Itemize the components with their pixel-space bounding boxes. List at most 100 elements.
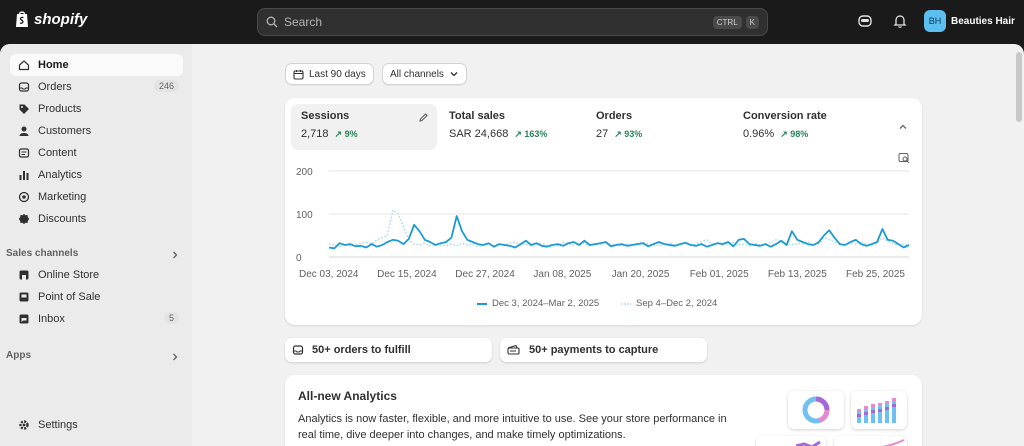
legend-label: Dec 3, 2024–Mar 2, 2025 [492, 298, 600, 309]
sidebar-item-point-of-sale[interactable]: Point of Sale [10, 286, 183, 308]
analytics-promo-card: All-new Analytics Analytics is now faste… [285, 375, 922, 446]
scrollbar[interactable] [1016, 52, 1022, 122]
sidebar-item-settings[interactable]: Settings [10, 414, 183, 436]
sidebar-item-marketing[interactable]: Marketing [10, 186, 183, 208]
legend-solid-swatch [477, 302, 487, 305]
x-tick-label: Jan 20, 2025 [612, 269, 670, 280]
chevron-right-icon[interactable] [170, 352, 180, 362]
target-icon [18, 191, 30, 203]
metric-orders[interactable]: Orders 27 ↗ 93% [586, 104, 732, 150]
sidebar-item-label: Orders [38, 81, 72, 93]
legend-label: Sep 4–Dec 2, 2024 [636, 298, 718, 309]
metric-conversion-rate[interactable]: Conversion rate 0.96% ↗ 98% [733, 104, 879, 150]
payments-to-capture-button[interactable]: 50+ payments to capture [500, 338, 707, 362]
chevron-up-icon[interactable] [898, 122, 908, 132]
metric-delta: ↗ 93% [614, 128, 643, 139]
metric-delta: ↗ 163% [514, 128, 548, 139]
store-menu-button[interactable]: BH Beauties Hair [924, 10, 1015, 32]
orders-icon [18, 82, 30, 92]
date-range-button[interactable]: Last 90 days [285, 63, 374, 85]
sidebar-item-home[interactable]: Home [10, 54, 183, 76]
mini-trend-icon [882, 439, 905, 446]
metric-sessions[interactable]: Sessions 2,718 ↗ 9% [291, 104, 437, 150]
promo-title: All-new Analytics [298, 389, 397, 403]
line-illustration-1 [756, 436, 826, 446]
sidebar-item-orders[interactable]: Orders 246 [10, 76, 183, 98]
orders-count-badge: 246 [153, 80, 179, 92]
sidebar-item-label: Marketing [38, 191, 87, 203]
channels-filter-button[interactable]: All channels [382, 63, 467, 85]
sidebar-item-analytics[interactable]: Analytics [10, 164, 183, 186]
search-input[interactable]: Search CTRL K [257, 8, 768, 36]
search-icon [266, 16, 278, 28]
shortcut-key-k: K [745, 15, 759, 29]
apps-heading[interactable]: Apps [6, 350, 31, 361]
x-tick-label: Dec 15, 2024 [377, 269, 437, 280]
donut-chart-icon [802, 396, 830, 424]
shortcut-key-ctrl: CTRL [712, 15, 742, 29]
legend-dotted-swatch [621, 302, 631, 305]
metric-delta: ↗ 9% [334, 128, 358, 139]
channels-filter-label: All channels [390, 68, 444, 80]
sidebar-item-inbox[interactable]: Inbox 5 [10, 308, 183, 330]
sessions-line-chart: 200 100 0 Dec 03, 2024 Dec 15, 2024 Dec 27, 2… [296, 167, 910, 280]
metric-value: 0.96% [743, 128, 775, 140]
shopify-logo[interactable]: shopify [14, 10, 87, 28]
sidebar-item-label: Products [38, 103, 82, 115]
sidebar-item-content[interactable]: Content [10, 142, 183, 164]
person-icon [19, 126, 29, 136]
y-tick-label: 0 [296, 253, 302, 264]
search-placeholder: Search [284, 15, 323, 29]
main-content: Last 90 days All channels Sessions 2,718… [192, 44, 1024, 446]
x-tick-label: Dec 03, 2024 [299, 269, 359, 280]
metric-value: 27 [596, 128, 609, 140]
action-label: 50+ payments to capture [529, 344, 659, 356]
sidebar-item-label: Settings [38, 419, 78, 431]
gear-icon [19, 420, 29, 430]
home-icon [18, 60, 30, 71]
sidebar-item-online-store[interactable]: Online Store [10, 264, 183, 286]
metric-label: Orders [596, 110, 633, 122]
metric-total-sales[interactable]: Total sales SAR 24,668 ↗ 163% [439, 104, 585, 150]
sidebar-item-products[interactable]: Products [10, 98, 183, 120]
legend-current: Dec 3, 2024–Mar 2, 2025 [477, 298, 599, 309]
main-shell: Home Orders 246 Products Customers Conte… [0, 44, 1024, 446]
bell-icon[interactable] [892, 13, 908, 29]
line-illustration-2 [834, 436, 907, 446]
metric-label: Sessions [301, 110, 350, 122]
sales-channels-heading[interactable]: Sales channels [6, 248, 78, 259]
y-tick-label: 100 [296, 210, 313, 221]
inbox-count-badge: 5 [163, 312, 179, 324]
sidebar-item-customers[interactable]: Customers [10, 120, 183, 142]
chevron-right-icon[interactable] [170, 250, 180, 260]
sidebar-item-label: Discounts [38, 213, 87, 225]
sidebar-item-label: Inbox [38, 313, 65, 325]
pos-icon [19, 292, 29, 302]
metric-value: SAR 24,668 [449, 128, 509, 140]
sidebar-item-discounts[interactable]: Discounts [10, 208, 183, 230]
pencil-icon[interactable] [418, 112, 429, 123]
sidekick-icon[interactable] [857, 13, 873, 29]
x-tick-label: Feb 13, 2025 [768, 269, 827, 280]
content-icon [18, 148, 30, 158]
date-range-label: Last 90 days [309, 68, 366, 80]
metric-label: Conversion rate [743, 110, 827, 122]
action-label: 50+ orders to fulfill [312, 344, 411, 356]
x-tick-label: Dec 27, 2024 [455, 269, 515, 280]
orders-to-fulfill-button[interactable]: 50+ orders to fulfill [285, 338, 492, 362]
x-tick-label: Jan 08, 2025 [533, 269, 591, 280]
sidebar-item-label: Customers [38, 125, 92, 137]
sidebar-item-label: Analytics [38, 169, 83, 181]
store-icon [19, 270, 29, 280]
inbox-tray-icon [292, 345, 304, 355]
mini-line-icon [795, 440, 821, 446]
bars-illustration [851, 391, 907, 429]
bar-chart-icon [19, 171, 29, 180]
avatar: BH [924, 10, 946, 32]
sidebar-item-label: Point of Sale [38, 291, 101, 303]
analytics-card: Sessions 2,718 ↗ 9% Total sales SAR 24,6… [285, 98, 922, 325]
legend-previous: Sep 4–Dec 2, 2024 [621, 298, 717, 309]
shopify-bag-icon [16, 11, 28, 27]
metric-value: 2,718 [301, 128, 329, 140]
series-line-current [328, 215, 910, 250]
